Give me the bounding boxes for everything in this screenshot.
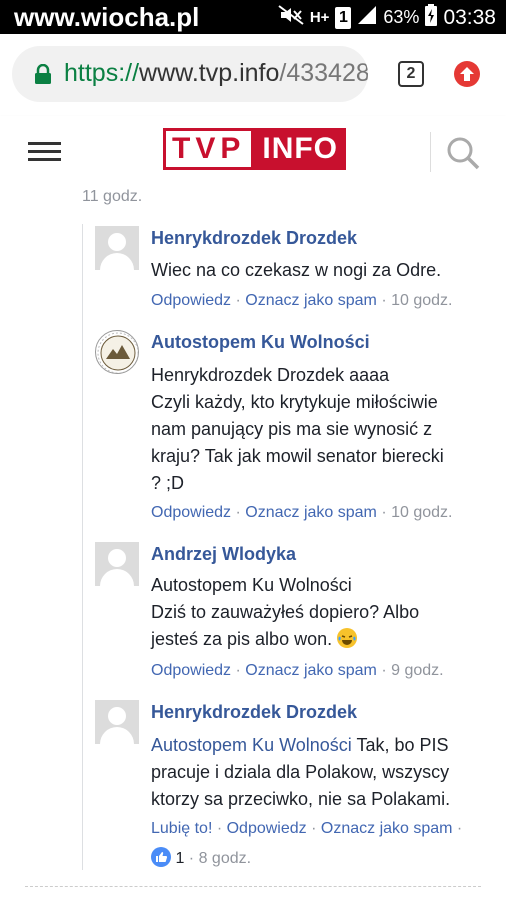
comment-time: 10 godz.: [391, 292, 453, 309]
mark-spam-link[interactable]: Oznacz jako spam: [245, 662, 377, 679]
reply-link[interactable]: Odpowiedz: [151, 662, 231, 679]
avatar-default[interactable]: [95, 542, 139, 586]
comment-text: Wiec na co czekasz w nogi za Odre.: [151, 260, 442, 280]
header-divider: [430, 132, 431, 172]
comment-author[interactable]: Henrykdrozdek Drozdek: [151, 702, 357, 723]
laughing-emoji-icon: [337, 628, 358, 648]
comment-reactions: 1 · 8 godz.: [151, 847, 251, 868]
comment-author[interactable]: Autostopem Ku Wolności: [151, 332, 370, 353]
reply-link[interactable]: Odpowiedz: [151, 504, 231, 521]
reply-thread-line: [82, 224, 83, 870]
upload-arrow-icon[interactable]: [454, 61, 480, 87]
search-icon[interactable]: [446, 136, 480, 170]
status-bar: www.wiocha.pl H+ 1 63% 03:38: [0, 0, 506, 34]
url-text: https://www.tvp.info/433428: [64, 59, 368, 87]
section-divider: [25, 886, 481, 887]
comment-actions: Odpowiedz · Oznacz jako spam · 10 godz.: [151, 504, 453, 521]
logo-info: INFO: [254, 128, 347, 170]
mark-spam-link[interactable]: Oznacz jako spam: [321, 820, 453, 837]
comment-actions: Odpowiedz · Oznacz jako spam · 10 godz.: [151, 292, 453, 309]
avatar-default[interactable]: [95, 700, 139, 744]
browser-toolbar: https://www.tvp.info/433428 2: [0, 34, 506, 116]
comment-time: 8 godz.: [198, 850, 252, 867]
comment-text: Autostopem Ku Wolności Tak, bo PIS pracu…: [151, 735, 451, 809]
comment-time: 9 godz.: [391, 662, 444, 679]
status-icons: H+ 1 63% 03:38: [278, 4, 496, 31]
watermark: www.wiocha.pl: [14, 2, 200, 32]
address-bar[interactable]: https://www.tvp.info/433428: [12, 46, 368, 102]
avatar-default[interactable]: [95, 226, 139, 270]
logo-tvp: TVP: [163, 128, 255, 170]
clock: 03:38: [443, 5, 496, 29]
network-type: H+: [309, 9, 330, 26]
like-link[interactable]: Lubię to!: [151, 820, 212, 837]
battery-icon: [425, 4, 438, 31]
mark-spam-link[interactable]: Oznacz jako spam: [245, 292, 377, 309]
comment-text: Autostopem Ku Wolności Dziś to zauważyłe…: [151, 575, 420, 649]
comments-section: 11 godz. Henrykdrozdek Drozdek Wiec na c…: [0, 186, 506, 900]
parent-comment-time: 11 godz.: [82, 188, 143, 205]
comment-author[interactable]: Andrzej Wlodyka: [151, 544, 296, 565]
comment-actions: Odpowiedz · Oznacz jako spam · 9 godz.: [151, 662, 444, 679]
tvp-info-logo[interactable]: TVP INFO: [163, 128, 347, 170]
mute-icon: [278, 5, 304, 30]
comment-author[interactable]: Henrykdrozdek Drozdek: [151, 228, 357, 249]
mention-link[interactable]: Autostopem Ku Wolności: [151, 735, 352, 755]
mark-spam-link[interactable]: Oznacz jako spam: [245, 504, 377, 521]
signal-icon: [357, 5, 377, 30]
battery-percent: 63%: [383, 7, 420, 27]
likes-count[interactable]: 1: [175, 850, 184, 867]
avatar-autostopem[interactable]: [95, 330, 139, 374]
tab-switcher-button[interactable]: 2: [398, 61, 424, 87]
reply-link[interactable]: Odpowiedz: [151, 292, 231, 309]
comment-actions: Lubię to! · Odpowiedz · Oznacz jako spam…: [151, 820, 463, 837]
thumbs-up-icon[interactable]: [151, 847, 171, 867]
lock-icon: [34, 63, 52, 84]
reply-link[interactable]: Odpowiedz: [227, 820, 307, 837]
comment-time: 10 godz.: [391, 504, 453, 521]
comment-text: Henrykdrozdek Drozdek aaaa Czyli każdy, …: [151, 365, 444, 493]
sim-icon: 1: [335, 6, 352, 29]
site-header: TVP INFO: [0, 116, 506, 186]
menu-icon[interactable]: [28, 142, 61, 162]
